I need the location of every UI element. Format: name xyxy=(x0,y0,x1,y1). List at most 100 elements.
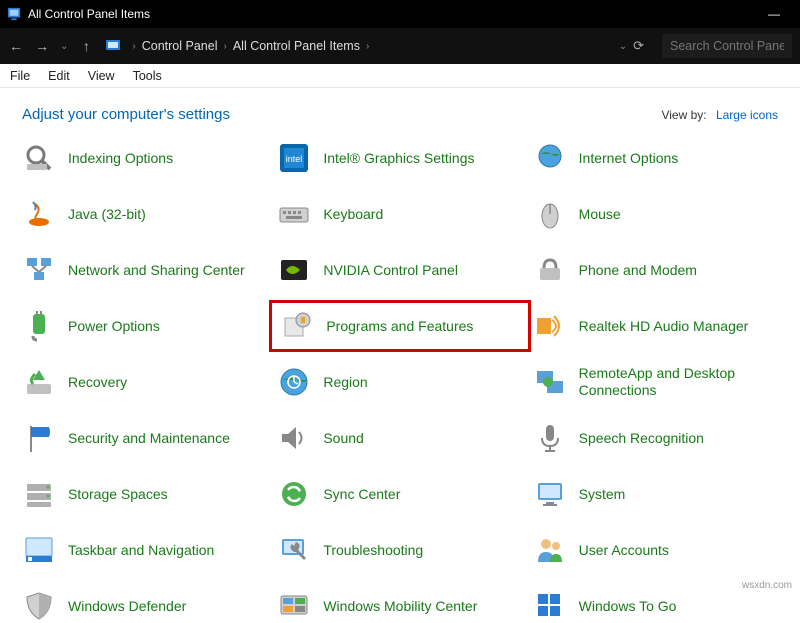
indexing-icon xyxy=(22,141,56,175)
mouse-icon xyxy=(533,197,567,231)
breadcrumb-control-panel[interactable]: Control Panel xyxy=(142,39,218,53)
item-label: RemoteApp and Desktop Connections xyxy=(579,365,778,399)
menu-edit[interactable]: Edit xyxy=(48,69,70,83)
item-label: Windows Mobility Center xyxy=(323,598,477,615)
sound-icon xyxy=(277,421,311,455)
view-by-value[interactable]: Large icons xyxy=(716,108,778,122)
item-recovery[interactable]: Recovery xyxy=(22,365,267,399)
search-input[interactable] xyxy=(662,34,792,58)
taskbar-icon xyxy=(22,533,56,567)
view-by-label: View by: xyxy=(661,108,706,122)
svg-text:intel: intel xyxy=(286,154,303,164)
item-label: Internet Options xyxy=(579,150,679,167)
item-label: Recovery xyxy=(68,374,127,391)
keyboard-icon xyxy=(277,197,311,231)
defender-icon xyxy=(22,589,56,623)
item-intel-graphics[interactable]: intel Intel® Graphics Settings xyxy=(277,141,522,175)
content-header: Adjust your computer's settings View by:… xyxy=(22,106,778,123)
intel-icon: intel xyxy=(277,141,311,175)
up-button[interactable]: ↑ xyxy=(78,38,94,54)
item-label: System xyxy=(579,486,626,503)
chevron-right-icon: › xyxy=(132,41,135,52)
network-icon xyxy=(22,253,56,287)
windows-to-go-icon xyxy=(533,589,567,623)
navigation-bar: ← → ⌄ ↑ › Control Panel › All Control Pa… xyxy=(0,28,800,64)
item-label: Speech Recognition xyxy=(579,430,704,447)
item-label: Troubleshooting xyxy=(323,542,423,559)
item-label: Indexing Options xyxy=(68,150,173,167)
menu-file[interactable]: File xyxy=(10,69,30,83)
page-title: Adjust your computer's settings xyxy=(22,106,661,123)
item-sound[interactable]: Sound xyxy=(277,421,522,455)
address-dropdown[interactable]: ⌄ xyxy=(619,41,627,52)
item-system[interactable]: System xyxy=(533,477,778,511)
back-button[interactable]: ← xyxy=(8,38,24,54)
item-keyboard[interactable]: Keyboard xyxy=(277,197,522,231)
item-label: Network and Sharing Center xyxy=(68,262,245,279)
item-nvidia[interactable]: NVIDIA Control Panel xyxy=(277,253,522,287)
history-dropdown[interactable]: ⌄ xyxy=(60,41,68,52)
item-sync-center[interactable]: Sync Center xyxy=(277,477,522,511)
view-by: View by: Large icons xyxy=(661,108,778,122)
breadcrumb: › Control Panel › All Control Panel Item… xyxy=(132,38,652,54)
recovery-icon xyxy=(22,365,56,399)
mobility-icon xyxy=(277,589,311,623)
item-internet-options[interactable]: Internet Options xyxy=(533,141,778,175)
flag-icon xyxy=(22,421,56,455)
minimize-button[interactable]: — xyxy=(754,7,794,21)
microphone-icon xyxy=(533,421,567,455)
items-grid: Indexing Options intel Intel® Graphics S… xyxy=(22,141,778,623)
window-title: All Control Panel Items xyxy=(28,7,150,21)
item-storage-spaces[interactable]: Storage Spaces xyxy=(22,477,267,511)
system-icon xyxy=(533,477,567,511)
item-user-accounts[interactable]: User Accounts xyxy=(533,533,778,567)
item-label: NVIDIA Control Panel xyxy=(323,262,458,279)
storage-icon xyxy=(22,477,56,511)
item-windows-mobility[interactable]: Windows Mobility Center xyxy=(277,589,522,623)
item-realtek-audio[interactable]: Realtek HD Audio Manager xyxy=(533,309,778,343)
item-label: Taskbar and Navigation xyxy=(68,542,214,559)
item-java[interactable]: Java (32-bit) xyxy=(22,197,267,231)
item-label: Region xyxy=(323,374,367,391)
content-area: Adjust your computer's settings View by:… xyxy=(0,88,800,623)
item-programs-features[interactable]: Programs and Features xyxy=(269,300,530,352)
globe-icon xyxy=(533,141,567,175)
title-bar: All Control Panel Items — xyxy=(0,0,800,28)
item-network-sharing[interactable]: Network and Sharing Center xyxy=(22,253,267,287)
item-security-maintenance[interactable]: Security and Maintenance xyxy=(22,421,267,455)
breadcrumb-all-items[interactable]: All Control Panel Items xyxy=(233,39,360,53)
chevron-right-icon: › xyxy=(223,41,226,52)
item-windows-to-go[interactable]: Windows To Go xyxy=(533,589,778,623)
item-label: Mouse xyxy=(579,206,621,223)
item-label: Phone and Modem xyxy=(579,262,697,279)
item-windows-defender[interactable]: Windows Defender xyxy=(22,589,267,623)
troubleshoot-icon xyxy=(277,533,311,567)
menu-tools[interactable]: Tools xyxy=(133,69,162,83)
menu-view[interactable]: View xyxy=(88,69,115,83)
nvidia-icon xyxy=(277,253,311,287)
item-label: Power Options xyxy=(68,318,160,335)
item-troubleshooting[interactable]: Troubleshooting xyxy=(277,533,522,567)
item-speech-recognition[interactable]: Speech Recognition xyxy=(533,421,778,455)
item-label: User Accounts xyxy=(579,542,669,559)
item-label: Sync Center xyxy=(323,486,400,503)
item-region[interactable]: Region xyxy=(277,365,522,399)
item-remoteapp[interactable]: RemoteApp and Desktop Connections xyxy=(533,365,778,399)
item-mouse[interactable]: Mouse xyxy=(533,197,778,231)
item-power-options[interactable]: Power Options xyxy=(22,309,267,343)
item-taskbar-navigation[interactable]: Taskbar and Navigation xyxy=(22,533,267,567)
users-icon xyxy=(533,533,567,567)
forward-button[interactable]: → xyxy=(34,38,50,54)
refresh-button[interactable]: ⟳ xyxy=(633,38,644,54)
item-phone-modem[interactable]: Phone and Modem xyxy=(533,253,778,287)
item-label: Security and Maintenance xyxy=(68,430,230,447)
chevron-right-icon: › xyxy=(366,41,369,52)
java-icon xyxy=(22,197,56,231)
item-label: Java (32-bit) xyxy=(68,206,146,223)
item-indexing-options[interactable]: Indexing Options xyxy=(22,141,267,175)
location-icon xyxy=(104,37,122,55)
item-label: Intel® Graphics Settings xyxy=(323,150,474,167)
watermark: wsxdn.com xyxy=(742,580,792,591)
control-panel-icon xyxy=(6,6,22,22)
menu-bar: File Edit View Tools xyxy=(0,64,800,88)
